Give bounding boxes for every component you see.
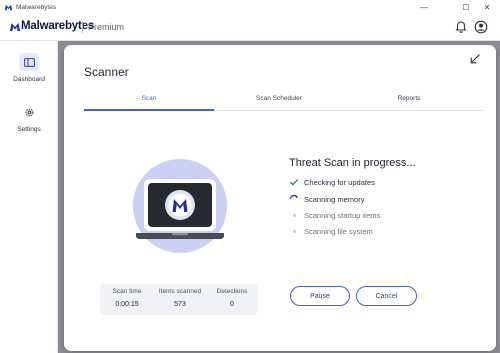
brand-name: Malwarebytes [21, 20, 95, 32]
bell-icon[interactable] [454, 20, 468, 34]
brand-divider [82, 21, 83, 33]
stat-label: Items scanned [158, 288, 202, 295]
scan-status-title: Threat Scan in progress... [289, 157, 416, 169]
stat-label: Scan time [112, 288, 142, 295]
scan-step: Scanning memory [289, 194, 429, 204]
sidebar-item-dashboard[interactable]: Dashboard [0, 53, 58, 83]
sidebar-item-label: Settings [17, 126, 41, 133]
app-header: Malwarebytes Premium [0, 14, 500, 41]
scan-step-label: Checking for updates [304, 177, 375, 187]
scan-step: Scanning startup items [289, 210, 429, 220]
sidebar-item-label: Dashboard [13, 76, 45, 83]
scan-stats-card: Scan time 0:00:15 Items scanned 573 Dete… [100, 284, 258, 315]
account-icon[interactable] [474, 20, 488, 34]
minimize-button[interactable]: — [411, 0, 437, 14]
edition-label: Premium [88, 22, 125, 32]
window-title: Malwarebytes [16, 3, 57, 11]
settings-icon-box [19, 103, 39, 121]
collapse-arrow-icon[interactable] [468, 52, 482, 66]
scanner-panel: Scanner Scan Scan Scheduler Reports Thre… [64, 45, 496, 351]
window-titlebar: Malwarebytes — ☐ ✕ [0, 0, 500, 14]
stat-value: 573 [174, 301, 186, 308]
scan-step-label: Scanning file system [304, 226, 373, 236]
stat-value: 0 [230, 301, 234, 308]
stat-label: Detections [216, 288, 248, 295]
pending-dot-icon [289, 210, 299, 220]
cancel-button[interactable]: Cancel [356, 286, 417, 306]
page-title: Scanner [84, 65, 129, 79]
stat-items-scanned: Items scanned 573 [152, 288, 208, 308]
scanner-tabs: Scan Scan Scheduler Reports [84, 95, 484, 111]
active-tab-indicator [84, 109, 214, 111]
stat-detections: Detections 0 [210, 288, 254, 308]
tab-reports[interactable]: Reports [349, 95, 469, 102]
dashboard-icon-box [19, 53, 39, 71]
stat-value: 0:00:15 [115, 301, 139, 308]
pause-button[interactable]: Pause [290, 286, 350, 306]
dashboard-icon [23, 57, 35, 67]
scan-step-label: Scanning startup items [304, 210, 381, 220]
scan-step: Scanning file system [289, 226, 429, 236]
tab-scan-scheduler[interactable]: Scan Scheduler [214, 95, 344, 102]
tab-scan[interactable]: Scan [84, 95, 214, 102]
stat-scan-time: Scan time 0:00:15 [104, 288, 150, 308]
gear-icon [25, 108, 33, 116]
checkmark-icon [290, 179, 299, 186]
spinner-icon [289, 194, 298, 199]
scan-step-label: Scanning memory [304, 194, 365, 204]
malwarebytes-logo-icon [4, 4, 13, 10]
sidebar-item-settings[interactable]: Settings [0, 103, 58, 133]
sidebar: Dashboard Settings [0, 41, 58, 353]
scan-step: Checking for updates [289, 177, 429, 187]
close-window-button[interactable]: ✕ [474, 0, 500, 14]
brand-logo-icon [10, 23, 20, 31]
pending-dot-icon [289, 226, 299, 236]
laptop-scan-illustration [133, 159, 227, 253]
